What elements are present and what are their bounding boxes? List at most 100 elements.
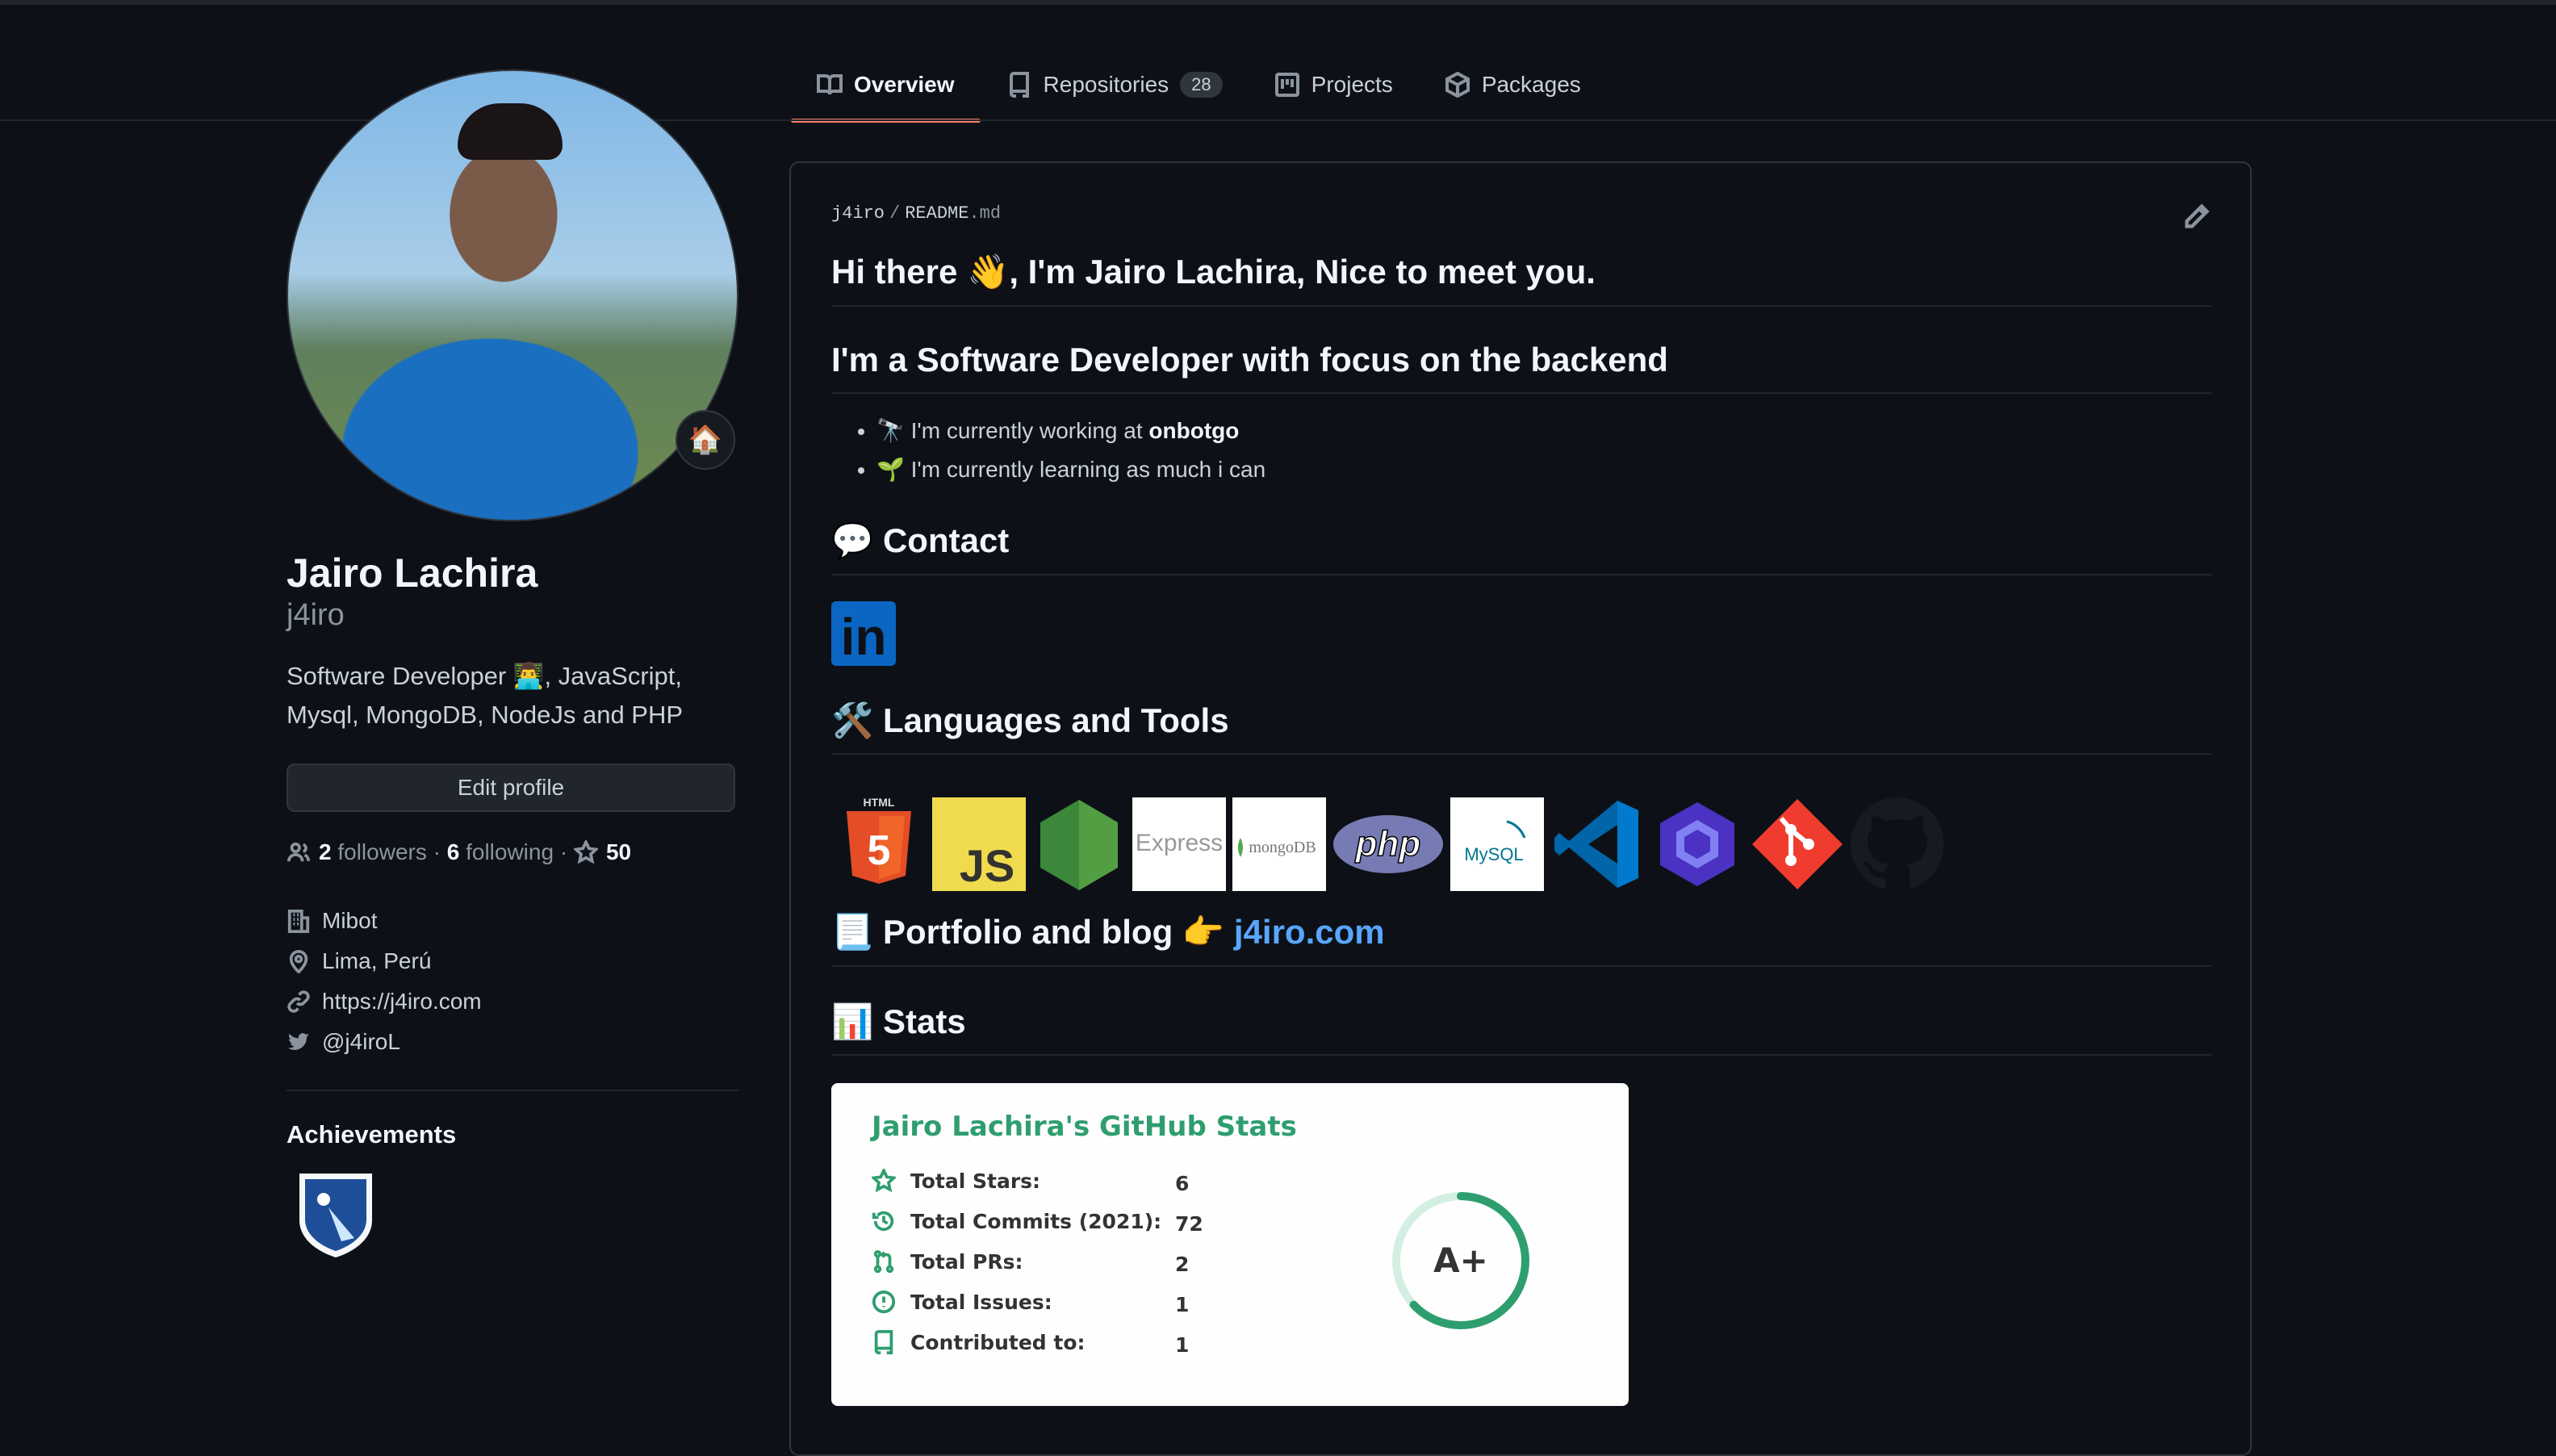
tab-overview[interactable]: Overview xyxy=(791,48,981,123)
following-label: following xyxy=(466,839,554,864)
stat-label: Total Commits (2021): xyxy=(910,1209,1162,1233)
followers-label: followers xyxy=(337,839,427,864)
following-count: 6 xyxy=(446,839,460,864)
html5-icon[interactable]: HTML 5 xyxy=(831,797,927,892)
php-label: php xyxy=(1355,824,1421,864)
people-icon xyxy=(287,842,311,862)
history-icon xyxy=(872,1211,894,1232)
path-separator: / xyxy=(889,203,901,224)
package-icon xyxy=(1445,72,1470,98)
git-icon[interactable] xyxy=(1750,797,1845,892)
website[interactable]: https://j4iro.com xyxy=(287,981,738,1022)
following-link[interactable]: 6 following xyxy=(447,839,554,865)
tab-label: Repositories xyxy=(1043,72,1169,97)
avatar[interactable] xyxy=(287,69,738,521)
avatar-hair xyxy=(458,103,563,160)
profile-bio: Software Developer 👨‍💻, JavaScript, Mysq… xyxy=(287,657,738,734)
bullet-text: 🔭 I'm currently working at xyxy=(876,418,1149,443)
linkedin-text: in xyxy=(840,607,887,666)
javascript-label: JS xyxy=(960,840,1015,891)
pull-request-icon xyxy=(873,1249,894,1274)
readme-heading-stats: 📊 Stats xyxy=(831,1001,2211,1056)
tab-repositories[interactable]: Repositories 28 xyxy=(981,48,1249,121)
follow-stats: 2 followers · 6 following · 50 xyxy=(287,839,738,865)
stat-value: 6 xyxy=(1175,1172,1190,1195)
stat-value: 2 xyxy=(1175,1253,1190,1276)
company-name: Mibot xyxy=(322,907,378,933)
followers-link[interactable]: 2 followers xyxy=(319,839,427,865)
website-link[interactable]: https://j4iro.com xyxy=(322,989,482,1015)
linkedin-icon[interactable]: in xyxy=(831,600,896,666)
php-icon[interactable]: php xyxy=(1332,797,1445,892)
profile-details: Mibot Lima, Perú https://j4iro.com @j4ir… xyxy=(287,901,738,1062)
sidebar-divider xyxy=(287,1089,738,1091)
project-icon xyxy=(1274,73,1299,97)
stars-link[interactable]: 50 xyxy=(573,839,631,865)
readme-path: j4iro / README.md xyxy=(831,203,2211,224)
twitter-handle[interactable]: @j4iroL xyxy=(322,1029,400,1055)
tab-projects[interactable]: Projects xyxy=(1249,48,1419,121)
readme-list: 🔭 I'm currently working at onbotgo 🌱 I'm… xyxy=(831,412,2211,489)
mysql-icon[interactable]: MySQL xyxy=(1450,797,1545,892)
tools-list: HTML 5 JS Express mongoDB php MySQL xyxy=(831,797,2211,892)
github-stats-card: Jairo Lachira's GitHub Stats Total Stars… xyxy=(831,1083,1629,1406)
profile-sidebar: Jairo Lachira j4iro Software Developer 👨… xyxy=(287,69,738,1263)
list-item: 🔭 I'm currently working at onbotgo xyxy=(876,412,2211,450)
stat-row-commits: Total Commits (2021): xyxy=(872,1209,1161,1233)
star-icon xyxy=(872,1169,896,1193)
stat-label: Total Issues: xyxy=(910,1290,1052,1314)
stat-label: Contributed to: xyxy=(910,1330,1086,1354)
organization-icon xyxy=(287,909,310,933)
readme-heading-contact: 💬 Contact xyxy=(831,520,2211,575)
company: Mibot xyxy=(287,901,738,941)
github-icon[interactable] xyxy=(1850,797,1945,892)
html5-label: HTML xyxy=(864,797,895,809)
readme-heading-greeting: Hi there 👋, I'm Jairo Lachira, Nice to m… xyxy=(831,251,2211,307)
issue-icon xyxy=(872,1290,896,1314)
profile-tabs: Overview Repositories 28 Projects Packag… xyxy=(791,48,1607,123)
repositories-count: 28 xyxy=(1180,72,1223,98)
mongodb-label: mongoDB xyxy=(1249,839,1316,856)
bullet-text: 🌱 I'm currently learning as much i can xyxy=(876,457,1266,482)
profile-name: Jairo Lachira xyxy=(287,550,538,596)
stat-value: 1 xyxy=(1175,1333,1190,1357)
edit-profile-button[interactable]: Edit profile xyxy=(287,763,735,812)
book-icon xyxy=(817,74,843,95)
stat-row-stars: Total Stars: xyxy=(872,1169,1040,1193)
repo-icon xyxy=(1009,72,1029,98)
location-icon xyxy=(289,949,308,973)
rank-grade: A+ xyxy=(1433,1241,1488,1280)
location: Lima, Perú xyxy=(287,941,738,981)
portfolio-text: 📃 Portfolio and blog 👉 xyxy=(831,913,1234,951)
twitter[interactable]: @j4iroL xyxy=(287,1022,738,1062)
path-extension: .md xyxy=(968,203,1002,224)
nodejs-icon[interactable] xyxy=(1031,797,1127,892)
tab-label: Overview xyxy=(854,72,955,97)
separator-dot: · xyxy=(433,839,441,864)
stat-row-contributed: Contributed to: xyxy=(872,1330,1086,1354)
bio-line: Mysql, MongoDB, NodeJs and PHP xyxy=(287,700,684,729)
express-icon[interactable]: Express xyxy=(1132,797,1227,892)
location-text: Lima, Perú xyxy=(322,948,432,973)
bio-line: Software Developer 👨‍💻, JavaScript, xyxy=(287,661,683,690)
repo-icon xyxy=(874,1330,893,1354)
achievement-badge[interactable] xyxy=(296,1169,375,1259)
stat-row-issues: Total Issues: xyxy=(872,1290,1052,1314)
rank-circle: A+ xyxy=(1392,1192,1529,1329)
eslint-icon[interactable] xyxy=(1650,797,1745,892)
readme-heading-tools: 🛠️ Languages and Tools xyxy=(831,700,2211,755)
mongodb-icon[interactable]: mongoDB xyxy=(1232,797,1327,892)
vscode-icon[interactable] xyxy=(1550,797,1645,892)
separator-dot: · xyxy=(559,839,568,864)
readme-heading-portfolio: 📃 Portfolio and blog 👉 j4iro.com xyxy=(831,911,2211,967)
link-icon xyxy=(287,989,310,1013)
bullet-bold: onbotgo xyxy=(1148,418,1240,443)
path-owner[interactable]: j4iro xyxy=(831,203,885,224)
stats-title: Jairo Lachira's GitHub Stats xyxy=(872,1111,1297,1143)
tab-packages[interactable]: Packages xyxy=(1419,48,1607,121)
express-label: Express xyxy=(1136,830,1223,856)
status-emoji[interactable]: 🏠 xyxy=(676,410,735,470)
portfolio-link[interactable]: j4iro.com xyxy=(1234,913,1385,951)
html5-glyph: 5 xyxy=(868,827,891,874)
javascript-icon[interactable]: JS xyxy=(931,797,1027,892)
